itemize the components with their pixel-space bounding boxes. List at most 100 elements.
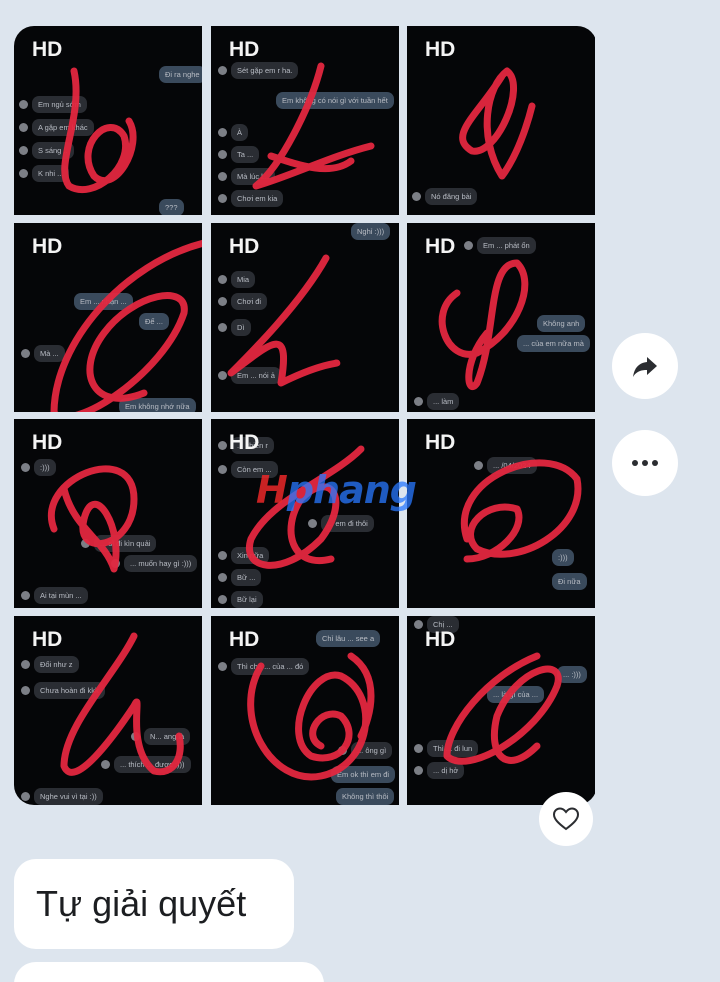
photo-tile[interactable]: ... chiến r Còn em ...... em đi thôi Xin n… xyxy=(211,419,399,608)
photo-tile[interactable]: Em ... nhận ... Để ... Mà ... Em không nhớ … xyxy=(14,223,202,412)
chat-bubble-text: Bữ ... xyxy=(231,569,262,586)
chat-bubble-text: N... ang là xyxy=(144,728,191,745)
photo-tile[interactable]: ... /04/2024 Đi nữa:))) HD xyxy=(407,419,595,608)
photo-tile[interactable]: Em ... phát ổn Không anh ... của em nữa mà… xyxy=(407,223,595,412)
photo-tile[interactable]: Sét gặp em r ha. Em không có nói gì với t… xyxy=(211,26,399,215)
chat-bubble-text: Chơi em kia xyxy=(231,190,284,207)
more-options-button[interactable] xyxy=(612,430,678,496)
message-text: Tự giải quyết xyxy=(36,883,247,924)
avatar xyxy=(21,463,30,472)
chat-bubble-text: Chưa hoàn đi kkk xyxy=(34,682,105,699)
photo-album-message[interactable]: Đi ra nghe Em ngủ sớm A gặp em khác S sáng … xyxy=(14,26,597,805)
hd-badge: HD xyxy=(229,628,260,651)
scribble-stroke xyxy=(459,67,536,180)
avatar xyxy=(21,591,30,600)
watermark: Hphang xyxy=(256,468,417,512)
hd-badge: HD xyxy=(425,431,456,454)
avatar xyxy=(218,150,227,159)
scribble-stroke xyxy=(252,62,375,190)
share-button[interactable] xyxy=(612,333,678,399)
avatar xyxy=(218,172,227,181)
avatar xyxy=(218,551,227,560)
chat-bubble-text: ... muốn hay gì :))) xyxy=(124,555,198,572)
avatar xyxy=(21,660,30,669)
message-bubble[interactable]: Tự giải quyết xyxy=(14,859,294,949)
chat-bubble-text: Ai tại mùn ... xyxy=(34,587,88,604)
hd-badge: HD xyxy=(229,431,260,454)
message-bubble-next[interactable] xyxy=(14,962,324,982)
avatar xyxy=(21,349,30,358)
chat-bubble-text: A gặp em khác xyxy=(32,119,94,136)
chat-bubble-text: Xin nữa xyxy=(231,547,270,564)
avatar xyxy=(19,146,28,155)
chat-bubble-text: Em ... phát ổn xyxy=(477,237,536,254)
chat-bubble-text: K nhi ... xyxy=(32,165,70,182)
photo-tile[interactable]: Nghỉ :))) Mia Chơi đi Dì Em ... nói ả HD xyxy=(211,223,399,412)
scribble-stroke xyxy=(50,239,202,412)
scribble-stroke xyxy=(48,465,138,573)
chat-bubble-text: Mia xyxy=(231,271,256,288)
chat-bubble-text: Nghỉ :))) xyxy=(351,223,391,240)
chat-thread: Đi ra nghe Em ngủ sớm A gặp em khác S sáng … xyxy=(0,0,720,982)
photo-tile[interactable]: :))) ... sĩ đi kìn quải ... muốn hay gì :)… xyxy=(14,419,202,608)
chat-bubble-text: Nó đăng bài xyxy=(425,188,478,205)
avatar xyxy=(218,194,227,203)
chat-bubble-text: Sét gặp em r ha. xyxy=(231,62,299,79)
watermark-h: H xyxy=(256,468,288,512)
chat-bubble-text: Mà lúc l... xyxy=(231,168,276,185)
avatar xyxy=(19,123,28,132)
avatar xyxy=(414,744,423,753)
chat-bubble-text: ??? xyxy=(159,199,184,215)
avatar xyxy=(218,323,227,332)
photo-tile[interactable]: Đổi như z Chưa hoàn đi kkk N... ang là ... … xyxy=(14,616,202,805)
avatar xyxy=(218,573,227,582)
avatar xyxy=(308,519,317,528)
watermark-text: phang xyxy=(286,468,417,512)
avatar xyxy=(414,766,423,775)
heart-outline-icon xyxy=(552,807,580,831)
chat-bubble-text: :))) xyxy=(552,549,574,566)
chat-bubble-text: ... sĩ đi kìn quải xyxy=(94,535,157,552)
hd-badge: HD xyxy=(32,235,63,258)
chat-bubble-text: À xyxy=(231,124,249,141)
chat-bubble-text: Em ... nói ả xyxy=(231,367,281,384)
avatar xyxy=(414,620,423,629)
chat-bubble-text: Đi ra nghe xyxy=(159,66,202,83)
avatar xyxy=(19,169,28,178)
hd-badge: HD xyxy=(229,38,260,61)
scribble-stroke xyxy=(461,459,582,563)
react-button[interactable] xyxy=(539,792,593,846)
avatar xyxy=(218,441,227,450)
hd-badge: HD xyxy=(32,628,63,651)
photo-tile[interactable]: Chỉ lâu ... see a Thì chả ... của ... đó.… xyxy=(211,616,399,805)
chat-bubble-text: ... làm xyxy=(427,393,460,410)
chat-bubble-text: Em ngủ sớm xyxy=(32,96,87,113)
photo-tile[interactable]: Đi ra nghe Em ngủ sớm A gặp em khác S sáng … xyxy=(14,26,202,215)
chat-bubble-text: Không thì thôi xyxy=(336,788,395,805)
chat-bubble-text: Em ok thì em đi xyxy=(331,766,396,783)
photo-tile[interactable]: Chị ... ... là gì của ...... :))) Thì ...… xyxy=(407,616,595,805)
avatar xyxy=(21,686,30,695)
chat-bubble-text: Đổi như z xyxy=(34,656,79,673)
chat-bubble-text: Ta ... xyxy=(231,146,260,163)
chat-bubble-text: Đi nữa xyxy=(552,573,587,590)
scribble-stroke xyxy=(438,259,529,390)
avatar xyxy=(338,746,347,755)
chat-bubble-text: Em ... nhận ... xyxy=(74,293,133,310)
scribble-stroke xyxy=(60,632,184,776)
chat-bubble-text: Chơi đi xyxy=(231,293,268,310)
hd-badge: HD xyxy=(32,431,63,454)
avatar xyxy=(218,275,227,284)
avatar xyxy=(19,100,28,109)
avatar xyxy=(131,732,140,741)
avatar xyxy=(464,241,473,250)
share-arrow-icon xyxy=(633,357,657,377)
chat-bubble-text: Để ... xyxy=(139,313,169,330)
chat-bubble-text: ... thích ... được :))) xyxy=(114,756,191,773)
chat-bubble-text: ... là gì của ... xyxy=(487,686,545,703)
chat-bubble-text: ... dị hở xyxy=(427,762,465,779)
avatar xyxy=(218,662,227,671)
avatar xyxy=(218,297,227,306)
chat-bubble-text: Em không có nói gì với tuần hết xyxy=(276,92,394,109)
photo-tile[interactable]: Nó đăng bài HD xyxy=(407,26,595,215)
